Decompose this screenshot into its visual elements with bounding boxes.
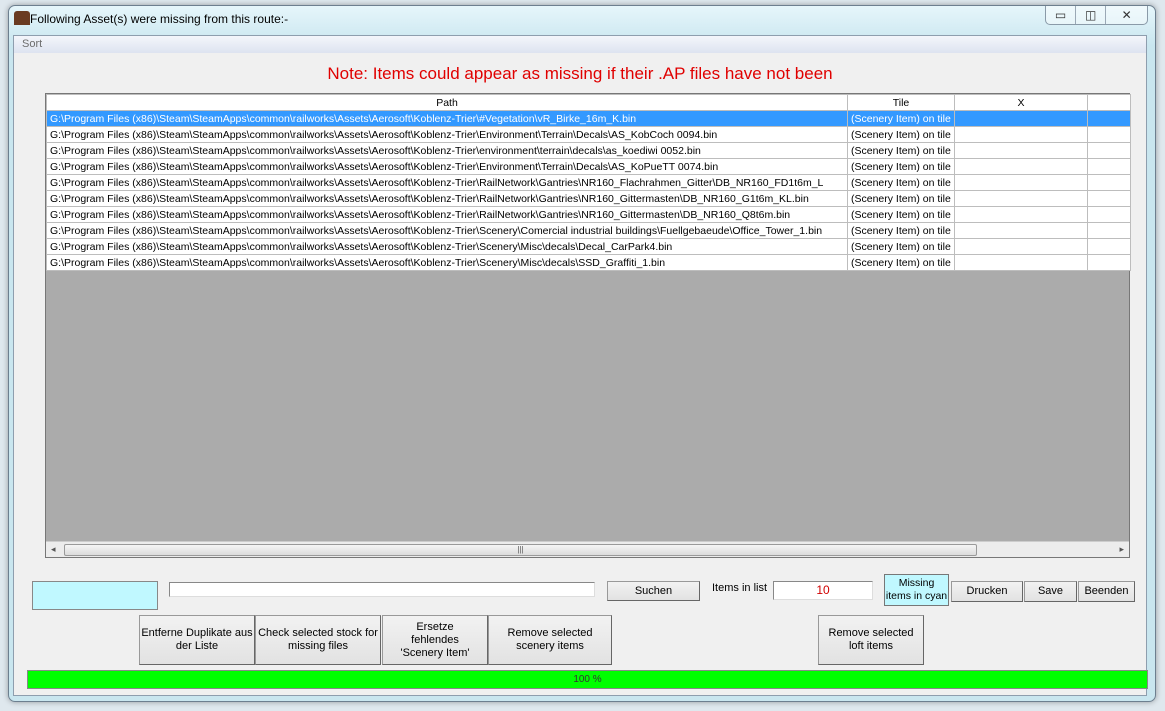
table-row[interactable]: G:\Program Files (x86)\Steam\SteamApps\c… <box>46 110 1131 127</box>
table-row[interactable]: G:\Program Files (x86)\Steam\SteamApps\c… <box>46 222 1131 239</box>
menu-sort[interactable]: Sort <box>22 38 42 50</box>
cell-x[interactable] <box>954 126 1088 143</box>
cell-x[interactable] <box>954 110 1088 127</box>
table-row[interactable]: G:\Program Files (x86)\Steam\SteamApps\c… <box>46 238 1131 255</box>
cell-path[interactable]: G:\Program Files (x86)\Steam\SteamApps\c… <box>46 254 848 271</box>
column-header-path[interactable]: Path <box>46 94 848 111</box>
cell-path[interactable]: G:\Program Files (x86)\Steam\SteamApps\c… <box>46 222 848 239</box>
cell-x[interactable] <box>954 206 1088 223</box>
table-row[interactable]: G:\Program Files (x86)\Steam\SteamApps\c… <box>46 126 1131 143</box>
cell-extra[interactable] <box>1087 190 1131 207</box>
cell-path[interactable]: G:\Program Files (x86)\Steam\SteamApps\c… <box>46 142 848 159</box>
cell-tile[interactable]: (Scenery Item) on tile <box>847 142 955 159</box>
cell-tile[interactable]: (Scenery Item) on tile <box>847 158 955 175</box>
remove-duplicates-button[interactable]: Entferne Duplikate aus der Liste <box>139 615 255 665</box>
cell-tile[interactable]: (Scenery Item) on tile <box>847 206 955 223</box>
progress-bar: 100 % <box>27 670 1148 689</box>
exit-button[interactable]: Beenden <box>1078 581 1135 602</box>
cell-extra[interactable] <box>1087 254 1131 271</box>
cell-tile[interactable]: (Scenery Item) on tile <box>847 126 955 143</box>
horizontal-scrollbar[interactable]: ◂ ||| ▸ <box>46 541 1129 557</box>
cell-path[interactable]: G:\Program Files (x86)\Steam\SteamApps\c… <box>46 190 848 207</box>
cell-path[interactable]: G:\Program Files (x86)\Steam\SteamApps\c… <box>46 158 848 175</box>
cell-extra[interactable] <box>1087 126 1131 143</box>
remove-scenery-button[interactable]: Remove selected scenery items <box>488 615 612 665</box>
cell-x[interactable] <box>954 174 1088 191</box>
cell-path[interactable]: G:\Program Files (x86)\Steam\SteamApps\c… <box>46 126 848 143</box>
scroll-right-icon[interactable]: ▸ <box>1119 544 1124 555</box>
scroll-left-icon[interactable]: ◂ <box>51 544 56 555</box>
table-row[interactable]: G:\Program Files (x86)\Steam\SteamApps\c… <box>46 190 1131 207</box>
cell-tile[interactable]: (Scenery Item) on tile <box>847 254 955 271</box>
save-button[interactable]: Save <box>1024 581 1077 602</box>
column-header-x[interactable]: X <box>954 94 1088 111</box>
search-input[interactable] <box>169 582 595 597</box>
cell-x[interactable] <box>954 142 1088 159</box>
check-stock-button[interactable]: Check selected stock for missing files <box>255 615 381 665</box>
cell-extra[interactable] <box>1087 238 1131 255</box>
cell-tile[interactable]: (Scenery Item) on tile <box>847 190 955 207</box>
cell-extra[interactable] <box>1087 142 1131 159</box>
progress-label: 100 % <box>573 674 602 685</box>
scrollbar-thumb[interactable]: ||| <box>64 544 977 556</box>
table-row[interactable]: G:\Program Files (x86)\Steam\SteamApps\c… <box>46 206 1131 223</box>
remove-loft-button[interactable]: Remove selected loft items <box>818 615 924 665</box>
items-in-list-label: Items in list <box>712 582 768 594</box>
caption-buttons: ▭ ◫ ✕ <box>1045 6 1148 25</box>
maximize-button[interactable]: ◫ <box>1076 6 1107 24</box>
cell-x[interactable] <box>954 222 1088 239</box>
cell-tile[interactable]: (Scenery Item) on tile <box>847 238 955 255</box>
cyan-color-swatch <box>32 581 158 610</box>
app-icon <box>14 11 30 25</box>
table-row[interactable]: G:\Program Files (x86)\Steam\SteamApps\c… <box>46 174 1131 191</box>
close-button[interactable]: ✕ <box>1106 6 1147 24</box>
items-count-field: 10 <box>773 581 873 600</box>
column-header-extra[interactable] <box>1087 94 1131 111</box>
cell-path[interactable]: G:\Program Files (x86)\Steam\SteamApps\c… <box>46 110 848 127</box>
cell-path[interactable]: G:\Program Files (x86)\Steam\SteamApps\c… <box>46 206 848 223</box>
note-text: Note: Items could appear as missing if t… <box>327 64 833 83</box>
cell-extra[interactable] <box>1087 206 1131 223</box>
missing-items-legend: Missing items in cyan <box>884 574 949 606</box>
print-button[interactable]: Drucken <box>951 581 1023 602</box>
cell-tile[interactable]: (Scenery Item) on tile <box>847 174 955 191</box>
cell-x[interactable] <box>954 190 1088 207</box>
cell-extra[interactable] <box>1087 174 1131 191</box>
column-header-tile[interactable]: Tile <box>847 94 955 111</box>
minimize-button[interactable]: ▭ <box>1046 6 1077 24</box>
cell-x[interactable] <box>954 254 1088 271</box>
table-row[interactable]: G:\Program Files (x86)\Steam\SteamApps\c… <box>46 254 1131 271</box>
table-row[interactable]: G:\Program Files (x86)\Steam\SteamApps\c… <box>46 158 1131 175</box>
cell-extra[interactable] <box>1087 222 1131 239</box>
cell-tile[interactable]: (Scenery Item) on tile <box>847 222 955 239</box>
replace-scenery-button[interactable]: Ersetze fehlendes 'Scenery Item' <box>382 615 488 665</box>
cell-x[interactable] <box>954 158 1088 175</box>
cell-tile[interactable]: (Scenery Item) on tile <box>847 110 955 127</box>
window-title: Following Asset(s) were missing from thi… <box>30 12 289 26</box>
table-row[interactable]: G:\Program Files (x86)\Steam\SteamApps\c… <box>46 142 1131 159</box>
missing-assets-grid: Path Tile X G:\Program Files (x86)\Steam… <box>45 93 1131 558</box>
menu-bar: Sort <box>14 36 1146 53</box>
cell-x[interactable] <box>954 238 1088 255</box>
cell-extra[interactable] <box>1087 110 1131 127</box>
cell-path[interactable]: G:\Program Files (x86)\Steam\SteamApps\c… <box>46 174 848 191</box>
cell-extra[interactable] <box>1087 158 1131 175</box>
search-button[interactable]: Suchen <box>607 581 700 601</box>
cell-path[interactable]: G:\Program Files (x86)\Steam\SteamApps\c… <box>46 238 848 255</box>
